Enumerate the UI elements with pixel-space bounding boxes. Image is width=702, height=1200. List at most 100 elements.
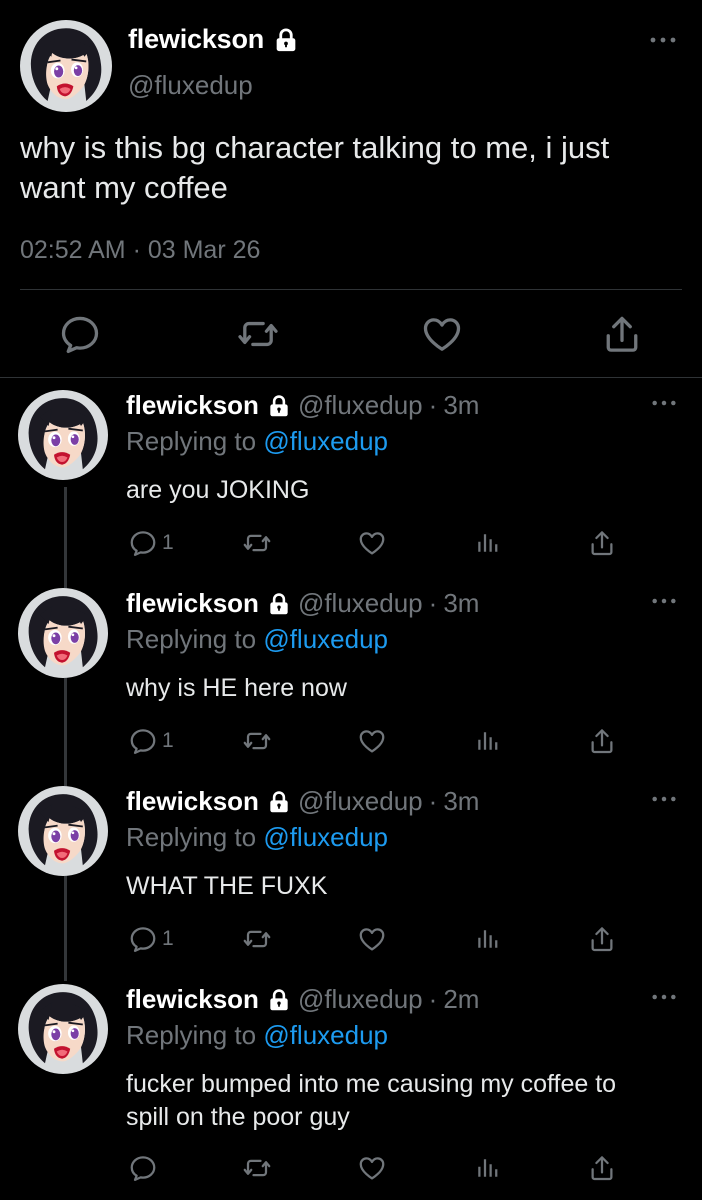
username[interactable]: @fluxedup: [128, 70, 253, 101]
retweet-button[interactable]: [242, 527, 272, 559]
divider: [0, 377, 702, 378]
retweet-button[interactable]: [242, 923, 272, 955]
username[interactable]: @fluxedup: [298, 786, 423, 817]
reply-button[interactable]: 1: [128, 527, 174, 559]
replying-to: Replying to @fluxedup: [126, 624, 388, 655]
replying-prefix: Replying to: [126, 624, 257, 654]
reply-header: flewickson @fluxedup · 2m: [126, 984, 479, 1015]
views-icon: [472, 924, 502, 954]
separator-dot: ·: [428, 588, 438, 618]
reply-button[interactable]: 1: [128, 725, 174, 757]
avatar[interactable]: [18, 390, 108, 480]
like-button[interactable]: [357, 527, 387, 559]
more-icon[interactable]: [650, 988, 678, 1006]
display-name[interactable]: flewickson: [128, 24, 264, 55]
retweet-icon[interactable]: [236, 312, 280, 356]
like-icon: [357, 528, 387, 558]
share-icon: [587, 528, 617, 558]
display-name[interactable]: flewickson: [126, 984, 259, 1015]
tweet-actions: [0, 312, 702, 362]
reply-icon[interactable]: [58, 312, 102, 356]
reply-header: flewickson @fluxedup · 3m: [126, 786, 479, 817]
reply-icon: [128, 1153, 158, 1183]
relative-time[interactable]: 3m: [443, 390, 479, 421]
views-button[interactable]: [472, 725, 502, 757]
reply-actions: 1: [0, 725, 702, 765]
reply-header: flewickson @fluxedup · 3m: [126, 390, 479, 421]
reply-actions: 1: [0, 527, 702, 567]
reply-tweet[interactable]: flewickson @fluxedup · 3m Replying to @f…: [0, 578, 702, 774]
share-button[interactable]: [587, 923, 617, 955]
replying-to: Replying to @fluxedup: [126, 822, 388, 853]
like-icon: [357, 726, 387, 756]
reply-text: WHAT THE FUXK: [126, 872, 328, 900]
retweet-button[interactable]: [242, 1152, 272, 1184]
reply-tweet[interactable]: flewickson @fluxedup · 2m Replying to @f…: [0, 974, 702, 1200]
like-icon[interactable]: [420, 312, 464, 356]
views-icon: [472, 726, 502, 756]
reply-tweet[interactable]: flewickson @fluxedup · 3m Replying to @f…: [0, 380, 702, 576]
tweet-timestamp[interactable]: 02:52 AM · 03 Mar 26: [20, 236, 260, 265]
replying-to: Replying to @fluxedup: [126, 426, 388, 457]
share-icon: [587, 1153, 617, 1183]
reply-count: 1: [162, 531, 174, 554]
lock-icon: [272, 26, 300, 54]
share-icon: [587, 726, 617, 756]
display-name[interactable]: flewickson: [126, 786, 259, 817]
avatar[interactable]: [18, 984, 108, 1074]
like-button[interactable]: [357, 923, 387, 955]
retweet-icon: [242, 924, 272, 954]
mention-link[interactable]: @fluxedup: [263, 1020, 388, 1050]
reply-actions: 1: [0, 923, 702, 963]
relative-time[interactable]: 3m: [443, 786, 479, 817]
reply-button[interactable]: 1: [128, 923, 174, 955]
mention-link[interactable]: @fluxedup: [263, 822, 388, 852]
lock-icon: [266, 591, 292, 617]
reply-text: are you JOKING: [126, 476, 310, 504]
avatar[interactable]: [18, 588, 108, 678]
views-button[interactable]: [472, 527, 502, 559]
share-icon[interactable]: [600, 312, 644, 356]
share-button[interactable]: [587, 1152, 617, 1184]
like-icon: [357, 924, 387, 954]
mention-link[interactable]: @fluxedup: [263, 426, 388, 456]
username[interactable]: @fluxedup: [298, 984, 423, 1015]
replying-prefix: Replying to: [126, 822, 257, 852]
more-icon[interactable]: [650, 592, 678, 610]
like-icon: [357, 1153, 387, 1183]
like-button[interactable]: [357, 725, 387, 757]
views-icon: [472, 1153, 502, 1183]
retweet-icon: [242, 528, 272, 558]
display-name[interactable]: flewickson: [126, 390, 259, 421]
relative-time[interactable]: 3m: [443, 588, 479, 619]
more-icon[interactable]: [648, 30, 678, 50]
share-button[interactable]: [587, 725, 617, 757]
lock-icon: [266, 789, 292, 815]
replying-prefix: Replying to: [126, 1020, 257, 1050]
reply-tweet[interactable]: flewickson @fluxedup · 3m Replying to @f…: [0, 776, 702, 972]
retweet-button[interactable]: [242, 725, 272, 757]
views-button[interactable]: [472, 923, 502, 955]
more-icon[interactable]: [650, 394, 678, 412]
like-button[interactable]: [357, 1152, 387, 1184]
reply-icon: [128, 726, 158, 756]
reply-header: flewickson @fluxedup · 3m: [126, 588, 479, 619]
retweet-icon: [242, 1153, 272, 1183]
reply-button[interactable]: [128, 1152, 162, 1184]
username[interactable]: @fluxedup: [298, 588, 423, 619]
replying-to: Replying to @fluxedup: [126, 1020, 388, 1051]
reply-text: fucker bumped into me causing my coffee …: [126, 1070, 617, 1131]
share-button[interactable]: [587, 527, 617, 559]
relative-time[interactable]: 2m: [443, 984, 479, 1015]
views-button[interactable]: [472, 1152, 502, 1184]
avatar[interactable]: [18, 786, 108, 876]
divider: [20, 289, 682, 290]
more-icon[interactable]: [650, 790, 678, 808]
reply-actions: [0, 1152, 702, 1192]
avatar[interactable]: [20, 20, 112, 112]
retweet-icon: [242, 726, 272, 756]
username[interactable]: @fluxedup: [298, 390, 423, 421]
mention-link[interactable]: @fluxedup: [263, 624, 388, 654]
author-row: flewickson: [128, 24, 300, 55]
display-name[interactable]: flewickson: [126, 588, 259, 619]
